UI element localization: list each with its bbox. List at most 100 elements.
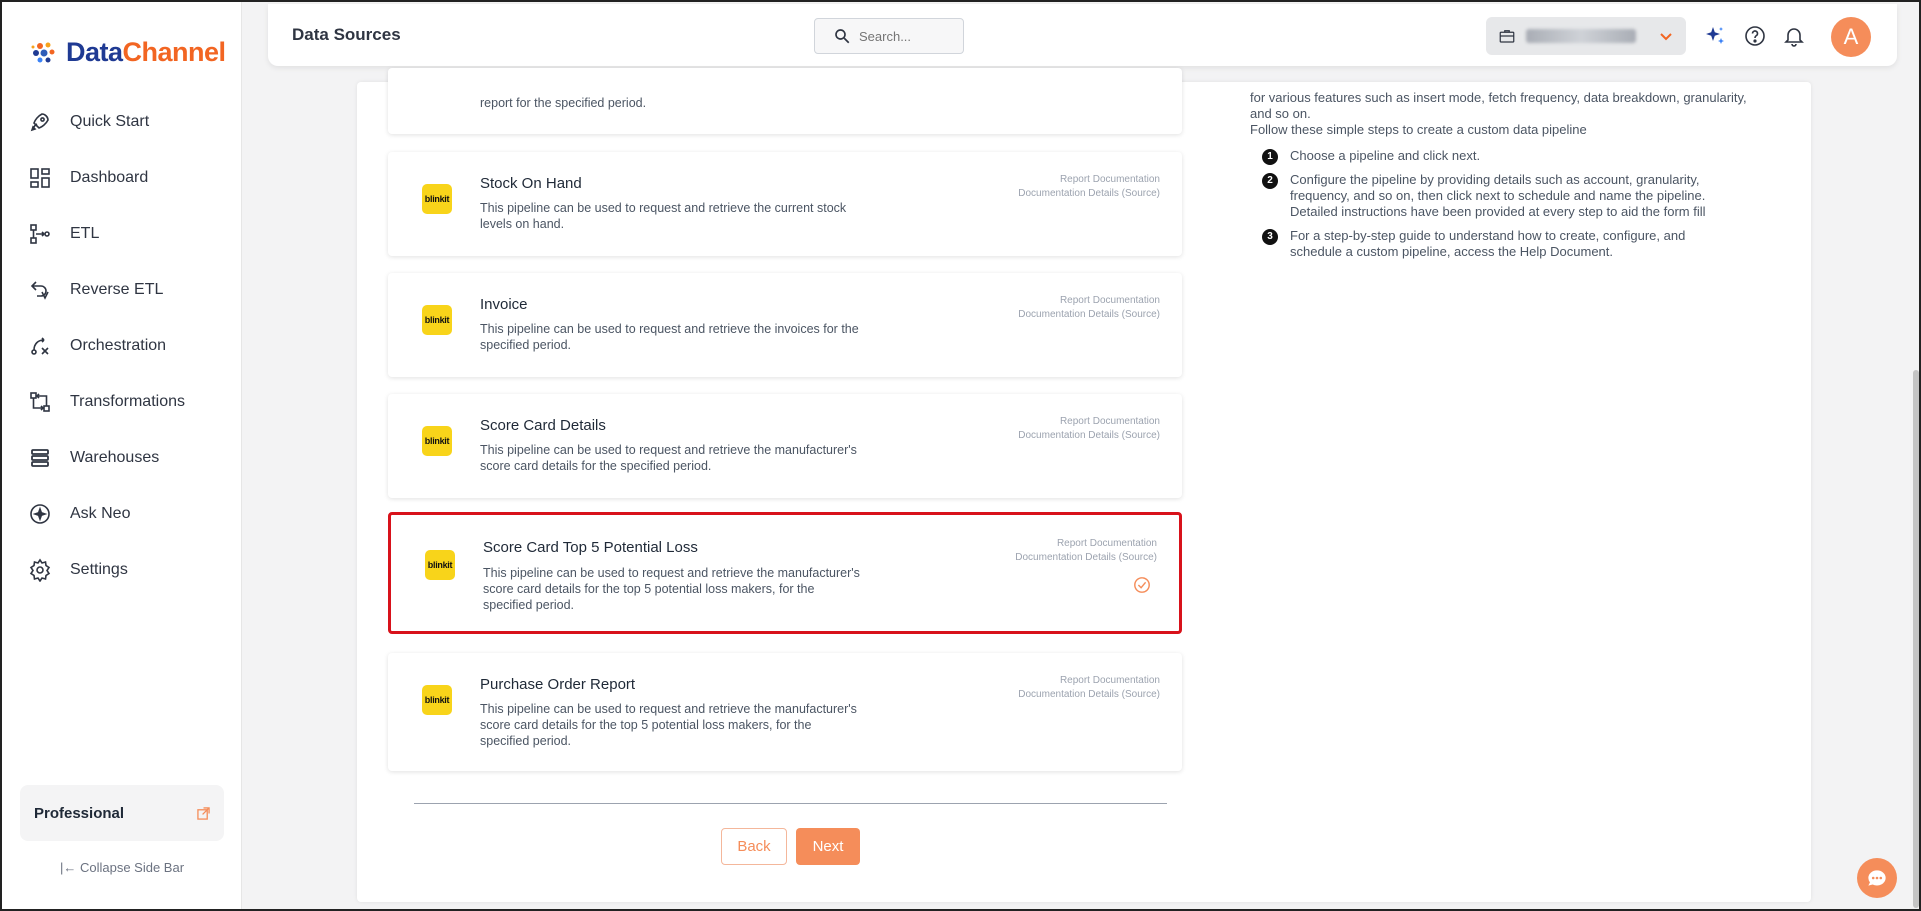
pipeline-card[interactable]: blinkit Invoice This pipeline can be use… [388,273,1182,377]
doc-links: Report Documentation Documentation Detai… [1018,674,1160,702]
top-bar: Data Sources A [268,4,1897,66]
report-documentation-link[interactable]: Report Documentation [1018,294,1160,308]
orchestration-icon [31,337,49,355]
rocket-icon [30,113,49,132]
doc-links: Report Documentation Documentation Detai… [1018,173,1160,201]
external-link-icon[interactable] [197,806,210,820]
chat-icon [1868,870,1886,886]
next-button[interactable]: Next [796,828,860,865]
doc-links: Report Documentation Documentation Detai… [1018,415,1160,443]
pipeline-card[interactable]: blinkit Purchase Order Report This pipel… [388,653,1182,771]
step-number: 1 [1262,149,1278,165]
sidebar-item-label: Ask Neo [70,505,131,522]
account-selector[interactable] [1486,17,1686,55]
selected-check-icon [1134,577,1150,593]
briefcase-icon [1499,30,1515,43]
collapse-arrow-icon: |← [59,860,77,875]
doc-links: Report Documentation Documentation Detai… [1018,294,1160,322]
pipeline-title: Purchase Order Report [480,676,636,693]
pipeline-title: Stock On Hand [480,175,582,192]
report-documentation-link[interactable]: Report Documentation [1015,537,1157,551]
sidebar-item-reverse-etl[interactable]: Reverse ETL [2,262,242,318]
pipeline-title: Score Card Details [480,417,606,434]
warehouses-icon [31,449,49,467]
sidebar-item-label: Warehouses [70,449,160,466]
account-name-redacted [1526,29,1636,43]
back-button[interactable]: Back [721,828,787,865]
pipeline-card[interactable]: report for the specified period. [388,68,1182,134]
collapse-label: Collapse Side Bar [79,860,185,875]
blinkit-logo: blinkit [425,550,455,580]
report-documentation-link[interactable]: Report Documentation [1018,415,1160,429]
pipeline-card[interactable]: blinkit Stock On Hand This pipeline can … [388,152,1182,256]
blinkit-logo: blinkit [422,184,452,214]
pipeline-title: Invoice [480,296,528,313]
search-box[interactable] [814,18,964,54]
sidebar-item-label: ETL [70,225,100,242]
sidebar-item-etl[interactable]: ETL [2,206,242,262]
sidebar-item-label: Quick Start [70,113,150,130]
ai-sparkle-icon[interactable] [1703,24,1727,48]
step-text: Choose a pipeline and click next. [1290,148,1481,163]
pipeline-description: This pipeline can be used to request and… [480,702,857,748]
info-panel: for various features such as insert mode… [1250,90,1750,138]
pipeline-card[interactable]: blinkit Score Card Details This pipeline… [388,394,1182,498]
info-intro-steps: Follow these simple steps to create a cu… [1250,122,1587,137]
plan-box[interactable]: Professional [20,785,224,841]
sidebar-nav: Quick Start Dashboard ETL Reverse ETL Or… [2,94,242,598]
sidebar-item-orchestration[interactable]: Orchestration [2,318,242,374]
report-documentation-link[interactable]: Report Documentation [1018,173,1160,187]
pipeline-description: This pipeline can be used to request and… [480,322,859,352]
documentation-details-link[interactable]: Documentation Details (Source) [1018,308,1160,322]
step-text: Configure the pipeline by providing deta… [1290,172,1706,219]
collapse-sidebar-button[interactable]: |← Collapse Side Bar [2,860,242,875]
sidebar-item-transformations[interactable]: Transformations [2,374,242,430]
help-icon[interactable] [1743,24,1767,48]
search-icon [835,29,850,44]
documentation-details-link[interactable]: Documentation Details (Source) [1018,688,1160,702]
blinkit-logo: blinkit [422,305,452,335]
transformations-icon [30,392,50,412]
page-title: Data Sources [292,25,401,44]
avatar[interactable]: A [1831,17,1871,57]
gear-icon [29,558,51,582]
pipeline-description: This pipeline can be used to request and… [483,566,860,612]
sidebar-item-label: Orchestration [70,337,167,354]
divider [414,803,1167,804]
documentation-details-link[interactable]: Documentation Details (Source) [1018,429,1160,443]
info-intro: for various features such as insert mode… [1250,90,1747,121]
sidebar-item-label: Settings [70,561,128,578]
reverse-etl-icon [30,281,49,300]
pipeline-description: This pipeline can be used to request and… [480,201,847,231]
bell-icon[interactable] [1782,24,1806,48]
dashboard-icon [30,168,50,188]
documentation-details-link[interactable]: Documentation Details (Source) [1015,551,1157,565]
plan-name: Professional [34,804,125,822]
sidebar-item-quick-start[interactable]: Quick Start [2,94,242,150]
step-text: For a step-by-step guide to understand h… [1290,228,1686,259]
blinkit-logo: blinkit [422,685,452,715]
doc-links: Report Documentation Documentation Detai… [1015,537,1157,565]
sidebar-item-dashboard[interactable]: Dashboard [2,150,242,206]
brand-name: DataChannel [66,36,226,67]
sidebar-item-ask-neo[interactable]: Ask Neo [2,486,242,542]
pipeline-description: This pipeline can be used to request and… [480,443,857,473]
sidebar-item-label: Reverse ETL [70,281,164,298]
pipeline-card-selected[interactable]: blinkit Score Card Top 5 Potential Loss … [388,512,1182,634]
documentation-details-link[interactable]: Documentation Details (Source) [1018,187,1160,201]
logo[interactable]: DataChannel [28,32,226,72]
sidebar-item-warehouses[interactable]: Warehouses [2,430,242,486]
scrollbar[interactable] [1913,370,1919,908]
search-input[interactable] [859,28,949,44]
step-number: 3 [1262,229,1278,245]
pipeline-description: report for the specified period. [480,96,647,110]
sidebar-item-label: Transformations [70,393,185,410]
pipeline-title: Score Card Top 5 Potential Loss [483,539,698,556]
logo-icon [28,36,60,68]
etl-icon [30,224,50,244]
step-number: 2 [1262,173,1278,189]
report-documentation-link[interactable]: Report Documentation [1018,674,1160,688]
sidebar-item-settings[interactable]: Settings [2,542,242,598]
chevron-down-icon [1660,33,1672,41]
chat-button[interactable] [1857,858,1897,898]
